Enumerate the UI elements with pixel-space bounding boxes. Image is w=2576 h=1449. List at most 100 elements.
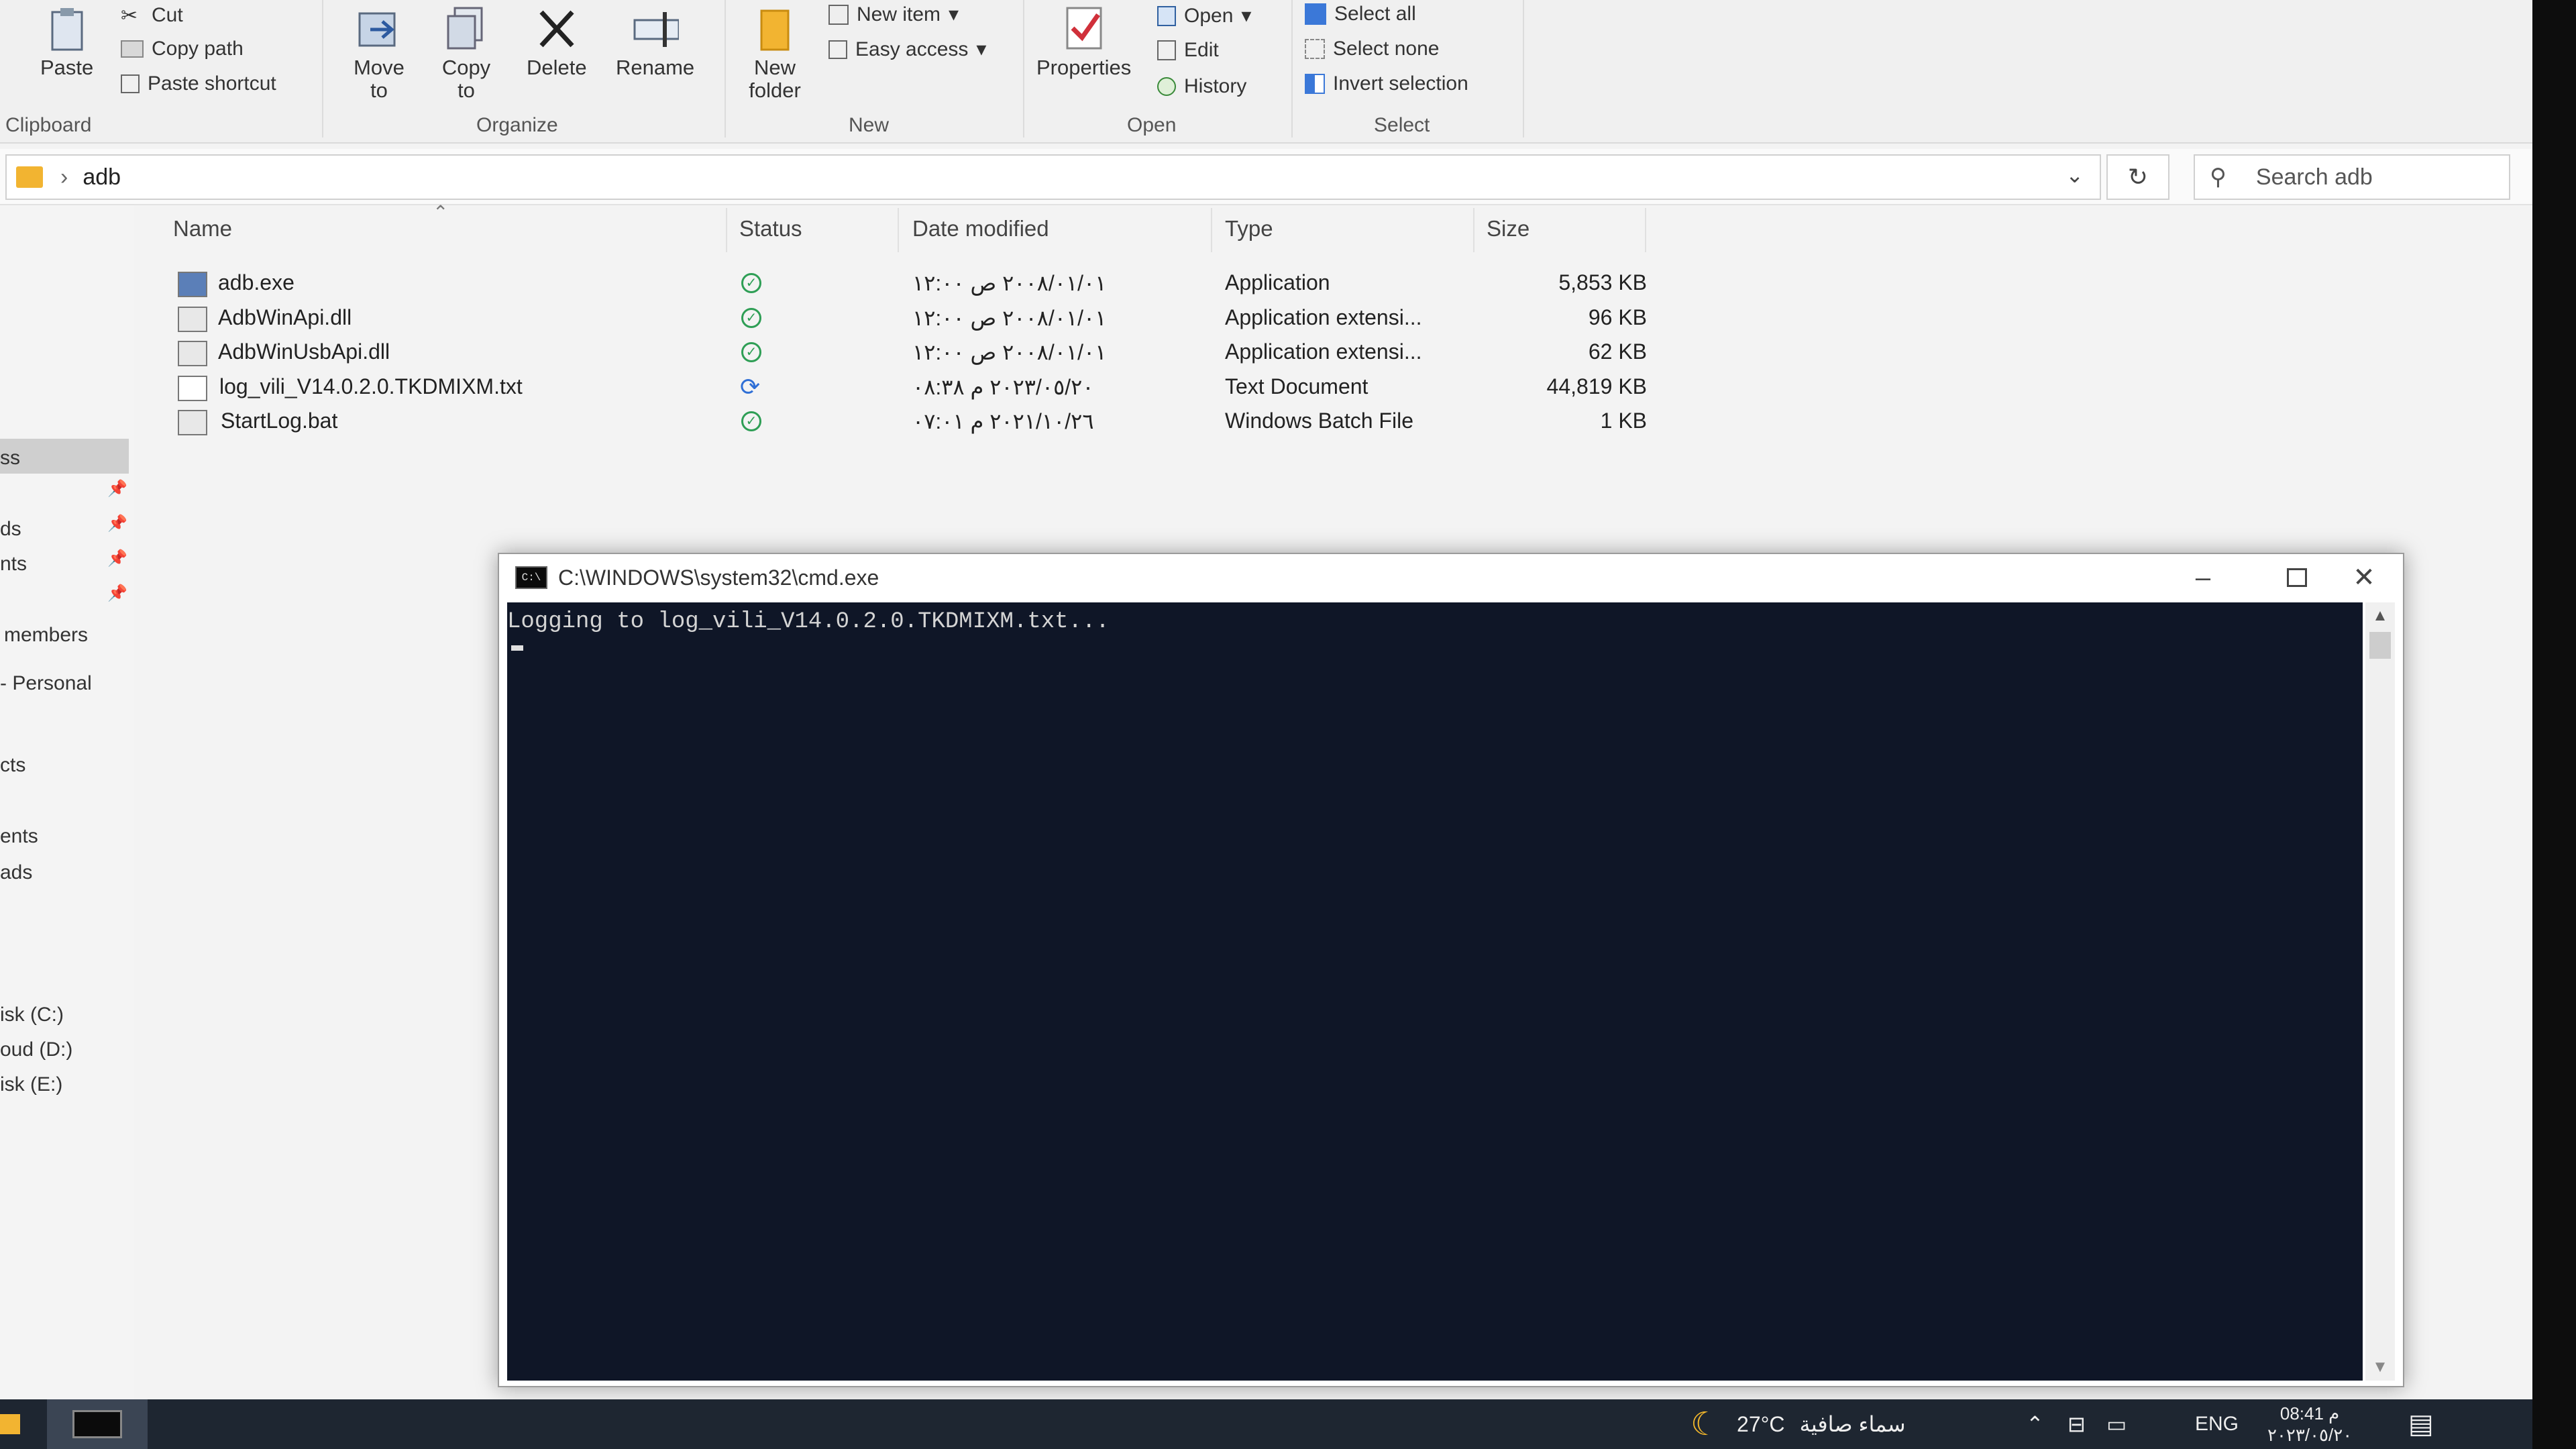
cmd-title-bar[interactable]: C:\ C:\WINDOWS\system32\cmd.exe – ✕ [499,554,2403,601]
refresh-button[interactable]: ↻ [2106,154,2169,200]
taskbar-explorer-icon[interactable] [0,1399,24,1449]
edit-button[interactable]: Edit [1157,39,1219,62]
dll-file-icon [178,307,207,332]
file-name: adb.exe [218,270,294,294]
new-item-button[interactable]: New item ▾ [828,3,959,26]
scroll-down-icon[interactable]: ▼ [2365,1358,2395,1377]
terminal-icon [72,1410,122,1438]
cut-button[interactable]: ✂ Cut [121,4,183,27]
navigation-pane: ss ds nts 📌 📌 📌 📌 members - Personal cts… [0,205,134,1399]
history-icon [1157,77,1176,96]
column-header-status[interactable]: Status [739,216,802,241]
file-row[interactable]: log_vili_V14.0.2.0.TKDMIXM.txt ⟳ ٢٠٢٣/٠٥… [171,370,1647,404]
console-scrollbar[interactable]: ▲ ▼ [2365,602,2395,1381]
new-folder-icon [751,5,798,52]
column-header-size[interactable]: Size [1487,216,1529,241]
column-separator[interactable] [898,208,899,252]
select-none-button[interactable]: Select none [1305,38,1439,60]
nav-item[interactable]: ads [0,861,32,884]
copy-path-icon [121,40,144,58]
column-separator[interactable] [1645,208,1646,252]
show-hidden-icons-button[interactable]: ⌃ [2026,1399,2044,1449]
copy-to-icon [443,5,490,52]
clock[interactable]: 08:41 م ٢٠٢٣/٠٥/٢٠ [2267,1399,2352,1449]
weather-text: سماء صافية [1799,1412,1906,1436]
minimize-button[interactable]: – [2163,554,2243,601]
rename-button[interactable]: Rename [616,5,694,79]
paste-shortcut-button[interactable]: Paste shortcut [121,72,276,95]
close-button[interactable]: ✕ [2324,554,2404,601]
search-box[interactable]: ⚲ Search adb [2194,154,2510,200]
column-header-type[interactable]: Type [1225,216,1273,241]
network-icon[interactable]: ▭ [2106,1399,2127,1449]
open-button[interactable]: Open ▾ [1157,4,1251,28]
nav-item[interactable]: members [4,624,88,647]
file-row[interactable]: AdbWinApi.dll ✓ ٢٠٠٨/٠١/٠١ ص ١٢:٠٠ Appli… [171,301,1647,335]
nav-item-drive[interactable]: isk (C:) [0,1004,64,1026]
history-button[interactable]: History [1157,75,1246,98]
file-type: Application extensi... [1225,339,1422,364]
address-bar: › adb ⌄ ↻ ⚲ Search adb [0,149,2532,205]
group-separator [1023,0,1024,138]
scrollbar-thumb[interactable] [2369,632,2391,659]
scissors-icon: ✂ [121,5,138,27]
weather-widget[interactable]: ☾ 27°C سماء صافية [1690,1399,1906,1449]
clipboard-icon [44,5,91,52]
synced-check-icon: ✓ [741,342,761,362]
ribbon: Paste ✂ Cut Copy path Paste shortcut Cli… [0,0,2532,144]
easy-access-icon [828,40,847,59]
group-separator [1291,0,1293,138]
address-history-dropdown[interactable]: ⌄ [2065,162,2084,188]
pin-icon: 📌 [107,515,127,533]
file-row[interactable]: adb.exe ✓ ٢٠٠٨/٠١/٠١ ص ١٢:٠٠ Application… [171,266,1647,300]
file-size: 62 KB [1588,339,1647,364]
console-text: Logging to log_vili_V14.0.2.0.TKDMIXM.tx… [507,609,1110,635]
new-folder-button[interactable]: New folder [738,5,812,102]
column-separator[interactable] [726,208,727,252]
monitor-bezel [2532,0,2576,1449]
nav-item-drive[interactable]: oud (D:) [0,1038,72,1061]
temperature: 27°C [1737,1411,1785,1436]
select-all-button[interactable]: Select all [1305,3,1416,25]
delete-button[interactable]: Delete [527,5,587,79]
tray-device-icon[interactable]: ⊟ [2068,1399,2086,1449]
text-file-icon [178,376,207,401]
scroll-up-icon[interactable]: ▲ [2365,606,2395,625]
nav-item-drive[interactable]: isk (E:) [0,1073,62,1096]
nav-item[interactable]: ss [0,447,20,470]
file-row[interactable]: AdbWinUsbApi.dll ✓ ٢٠٠٨/٠١/٠١ ص ١٢:٠٠ Ap… [171,335,1647,369]
paste-button[interactable]: Paste [40,5,93,79]
edit-icon [1157,40,1176,60]
nav-item[interactable]: nts [0,553,27,576]
column-separator[interactable] [1473,208,1474,252]
console-cursor [511,645,523,651]
synced-check-icon: ✓ [741,273,761,293]
nav-item[interactable]: ents [0,825,38,848]
nav-item[interactable]: cts [0,754,25,777]
notifications-icon[interactable]: ▤ [2408,1399,2434,1449]
taskbar-cmd-button[interactable] [47,1399,148,1449]
invert-selection-button[interactable]: Invert selection [1305,72,1468,95]
breadcrumb-chevron-icon: › [60,164,68,190]
file-name: AdbWinApi.dll [218,305,352,329]
easy-access-button[interactable]: Easy access ▾ [828,38,986,61]
breadcrumb-current[interactable]: adb [83,164,121,190]
file-size: 96 KB [1588,305,1647,329]
synced-check-icon: ✓ [741,308,761,328]
cmd-window-title: C:\WINDOWS\system32\cmd.exe [558,565,879,590]
file-row[interactable]: StartLog.bat ✓ ٢٠٢١/١٠/٢٦ م ٠٧:٠١ Window… [171,405,1647,438]
move-to-button[interactable]: Move to [342,5,416,102]
nav-item[interactable]: - Personal [0,672,92,695]
column-separator[interactable] [1211,208,1212,252]
properties-button[interactable]: Properties [1036,5,1131,79]
console-output[interactable]: Logging to log_vili_V14.0.2.0.TKDMIXM.tx… [507,602,2363,1381]
refresh-icon: ↻ [2127,163,2149,191]
copy-path-button[interactable]: Copy path [121,38,244,60]
language-indicator[interactable]: ENG [2195,1399,2239,1449]
column-header-date[interactable]: Date modified [912,216,1049,241]
delete-x-icon [533,5,580,52]
column-header-name[interactable]: Name [173,216,232,241]
address-input[interactable]: › adb ⌄ [5,154,2101,200]
nav-item[interactable]: ds [0,518,21,541]
copy-to-button[interactable]: Copy to [429,5,503,102]
